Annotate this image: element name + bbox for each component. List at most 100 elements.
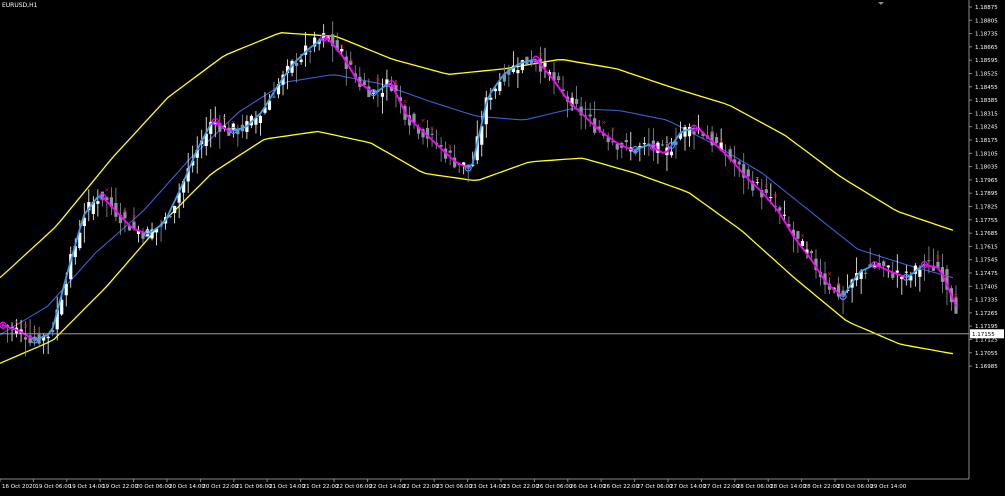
- signal-marker: ×: [339, 43, 344, 50]
- candle-body: [778, 207, 782, 211]
- signal-marker: ×: [935, 254, 940, 261]
- price-tick-label: 1.18455: [975, 85, 998, 91]
- time-tick-label: 21 Oct 22:00: [303, 484, 339, 490]
- time-tick-label: 28 Oct 14:00: [770, 484, 806, 490]
- time-tick-label: 29 Oct 14:00: [870, 484, 906, 490]
- candle-body: [60, 299, 64, 315]
- candle-body: [692, 131, 696, 135]
- symbol-label: EURUSD,H1: [2, 2, 38, 9]
- price-tick-label: 1.17965: [975, 178, 998, 184]
- price-tick-label: 1.18035: [975, 165, 998, 171]
- time-tick-label: 22 Oct 06:00: [336, 484, 372, 490]
- candle-body: [380, 92, 384, 97]
- trend-down-segment: [874, 263, 907, 279]
- candle-body: [904, 271, 908, 273]
- time-tick-label: 26 Oct 06:00: [536, 484, 572, 490]
- candle-body: [448, 150, 452, 153]
- time-tick-label: 16 Oct 2020: [2, 484, 37, 490]
- envelope-bands: [0, 32, 954, 364]
- price-tick-label: 1.17335: [975, 298, 998, 304]
- price-tick-label: 1.17615: [975, 244, 998, 250]
- time-tick-label: 23 Oct 06:00: [436, 484, 472, 490]
- price-tick-label: 1.18385: [975, 98, 998, 104]
- signal-marker: ×: [430, 125, 435, 132]
- chart-window[interactable]: × × × × × × × × × × × × × × × × × × × × × × × × × × × × × × × × 1.18875…: [0, 0, 1005, 492]
- current-price-label: 1.17155: [972, 332, 995, 338]
- candle-body: [294, 62, 299, 66]
- price-tick-label: 1.18665: [975, 45, 998, 51]
- candle-body: [168, 216, 172, 218]
- price-tick-label: 1.18105: [975, 151, 998, 157]
- signal-marker: ×: [402, 98, 407, 105]
- price-tick-label: 1.18525: [975, 72, 998, 78]
- time-tick-label: 22 Oct 22:00: [403, 484, 439, 490]
- time-tick-label: 20 Oct 06:00: [136, 484, 172, 490]
- candle-body: [299, 59, 303, 63]
- middle-band-line: [0, 74, 954, 336]
- candle-body: [669, 151, 674, 156]
- signal-marker: ×: [953, 293, 958, 300]
- candle-body: [64, 284, 68, 296]
- signal-marker: ×: [556, 74, 561, 81]
- price-tick-label: 1.16985: [975, 364, 998, 370]
- candle-body: [642, 143, 646, 145]
- time-tick-label: 20 Oct 14:00: [169, 484, 205, 490]
- candle-body: [498, 81, 502, 92]
- axes: 1.18875 1.18805 1.18735 1.18665 1.18595 1.185…: [0, 0, 1004, 490]
- signal-marker: ×: [538, 51, 543, 58]
- time-tick-label: 29 Oct 06:00: [837, 484, 873, 490]
- time-tick-label: 28 Oct 22:00: [804, 484, 840, 490]
- candlestick-chart[interactable]: ×××××××××××××××××××××××××××××××× 1.18875…: [0, 0, 1005, 492]
- signal-marker: ×: [421, 118, 426, 125]
- signal-marker: ×: [393, 81, 398, 88]
- time-tick-label: 27 Oct 14:00: [670, 484, 706, 490]
- price-tick-label: 1.17405: [975, 284, 998, 290]
- time-tick-label: 28 Oct 06:00: [737, 484, 773, 490]
- candle-body: [46, 336, 50, 339]
- time-tick-label: 27 Oct 22:00: [703, 484, 739, 490]
- signal-markers: ××××××××××××××××××××××××××××××××: [14, 43, 958, 335]
- candle-body: [272, 96, 276, 98]
- price-tick-label: 1.18805: [975, 18, 998, 24]
- signal-marker: ×: [773, 193, 778, 200]
- signal-marker: ×: [23, 323, 28, 330]
- signal-marker: ×: [664, 140, 669, 147]
- price-tick-label: 1.18315: [975, 111, 998, 117]
- candle-body: [809, 251, 814, 254]
- candle-body: [864, 272, 868, 274]
- candle-body: [891, 273, 895, 279]
- signal-marker: ×: [800, 233, 805, 240]
- signal-marker: ×: [104, 187, 109, 194]
- candle-body: [927, 260, 931, 262]
- price-tick-label: 1.17825: [975, 205, 998, 211]
- price-tick-label: 1.17545: [975, 258, 998, 264]
- signal-marker: ×: [719, 138, 724, 145]
- candle-body: [362, 81, 366, 85]
- time-tick-label: 21 Oct 06:00: [236, 484, 272, 490]
- signal-marker: ×: [348, 58, 353, 65]
- time-tick-label: 26 Oct 22:00: [603, 484, 639, 490]
- candle-body: [886, 265, 890, 268]
- price-tick-label: 1.18735: [975, 32, 998, 38]
- candle-body: [615, 143, 619, 150]
- price-tick-label: 1.17685: [975, 231, 998, 237]
- time-tick-label: 27 Oct 06:00: [637, 484, 673, 490]
- signal-marker: ×: [764, 183, 769, 190]
- time-tick-label: 20 Oct 22:00: [202, 484, 238, 490]
- time-tick-label: 23 Oct 22:00: [503, 484, 539, 490]
- signal-marker: ×: [944, 273, 949, 280]
- trend-down-segment: [323, 37, 374, 94]
- time-tick-label: 21 Oct 14:00: [269, 484, 305, 490]
- signal-marker: ×: [601, 119, 606, 126]
- time-tick-label: 23 Oct 14:00: [470, 484, 506, 490]
- time-tick-label: 22 Oct 14:00: [369, 484, 405, 490]
- candle-body: [746, 169, 750, 177]
- price-tick-label: 1.18875: [975, 5, 998, 11]
- signal-marker: ×: [448, 143, 453, 150]
- candle-body: [543, 62, 547, 67]
- lower-band-line: [0, 130, 954, 364]
- signal-marker: ×: [827, 271, 832, 278]
- candle-body: [624, 140, 628, 143]
- candle-body: [258, 115, 263, 124]
- candle-body: [489, 97, 493, 100]
